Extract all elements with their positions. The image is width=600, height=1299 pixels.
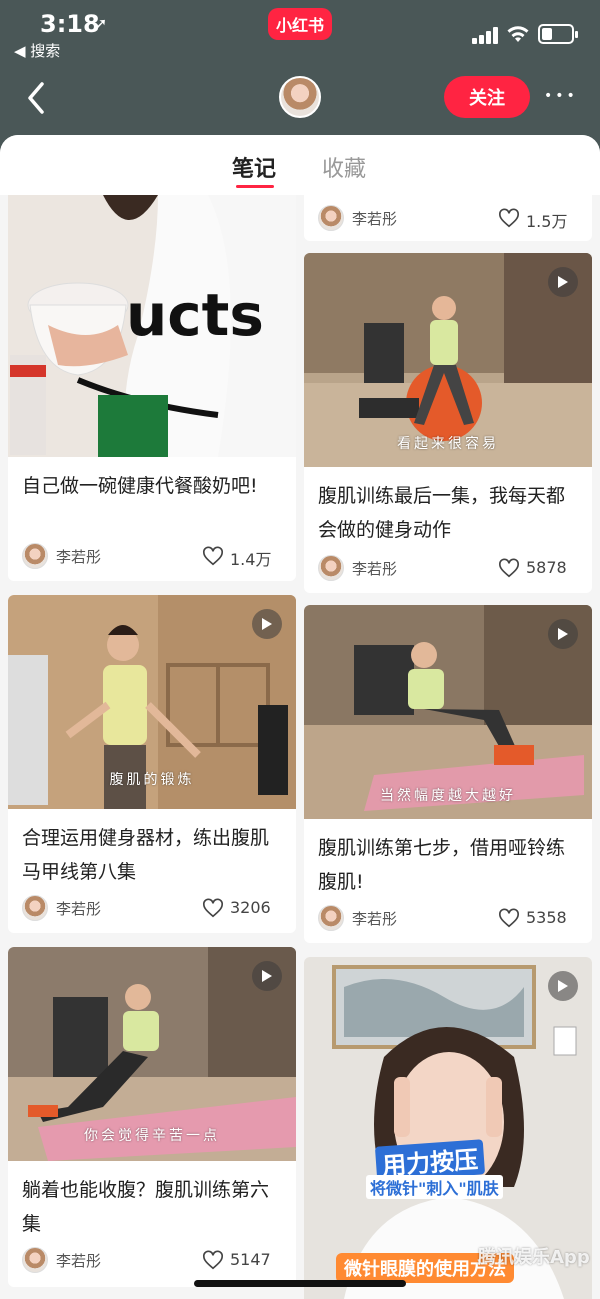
tab-favorites[interactable]: 收藏 (322, 151, 366, 183)
note-cover-video: 看起来很容易 (304, 253, 592, 467)
play-icon[interactable] (252, 961, 282, 991)
video-overlay-text-2: 将微针"刺入"肌肤 (366, 1175, 503, 1199)
note-cover-video: 当然幅度越大越好 (304, 605, 592, 819)
note-meta: 李若彤 3206 (22, 895, 286, 923)
svg-text:ucts: ucts (126, 281, 264, 349)
play-icon[interactable] (548, 267, 578, 297)
note-meta: 李若彤 5358 (318, 905, 582, 933)
author-name[interactable]: 李若彤 (56, 546, 101, 567)
like-count: 3206 (230, 898, 271, 917)
home-indicator[interactable] (194, 1280, 406, 1287)
like-count: 5147 (230, 1250, 271, 1269)
wifi-icon (507, 26, 529, 42)
note-cover-image: ucts (8, 195, 296, 457)
note-cover-video: 腹肌的锻炼 (8, 595, 296, 809)
note-card[interactable]: ucts 自己做一碗健康代餐酸奶吧! 李若彤 1.4万 (8, 195, 296, 581)
more-options-icon[interactable]: ••• (544, 84, 576, 108)
like-count: 5358 (526, 908, 567, 927)
tab-notes[interactable]: 笔记 (232, 151, 276, 183)
note-title[interactable]: 自己做一碗健康代餐酸奶吧! (22, 469, 284, 503)
heart-icon[interactable] (498, 207, 520, 229)
author-avatar[interactable] (318, 555, 344, 581)
like-count: 1.5万 (526, 212, 568, 231)
note-title[interactable]: 腹肌训练第七步，借用哑铃练腹肌! (318, 831, 580, 899)
profile-avatar[interactable] (279, 76, 321, 118)
app-badge: 小红书 (268, 8, 332, 40)
author-name[interactable]: 李若彤 (352, 908, 397, 929)
author-avatar[interactable] (22, 543, 48, 569)
author-name[interactable]: 李若彤 (352, 208, 397, 229)
location-arrow-icon: ➚ (94, 14, 108, 33)
heart-icon[interactable] (498, 907, 520, 929)
profile-nav-bar: 关注 ••• (0, 70, 600, 130)
back-chevron-icon[interactable] (22, 80, 52, 116)
status-bar: 3:18 ➚ ◀ 搜索 小红书 (0, 0, 600, 70)
note-meta: 李若彤 1.5万 (318, 205, 582, 233)
content-sheet: 笔记 收藏 李若彤 1.5万 ucts 自己做一碗健康代餐酸奶吧! 李若彤 1.… (0, 135, 600, 1299)
active-tab-indicator (236, 185, 274, 188)
author-avatar[interactable] (22, 895, 48, 921)
note-card-partial[interactable]: 李若彤 1.5万 (304, 195, 592, 241)
author-name[interactable]: 李若彤 (56, 898, 101, 919)
heart-icon[interactable] (202, 545, 224, 567)
cellular-signal-icon (472, 26, 502, 44)
note-title[interactable]: 躺着也能收腹？腹肌训练第六集 (22, 1173, 284, 1241)
video-caption: 腹肌的锻炼 (109, 772, 195, 788)
author-avatar[interactable] (318, 205, 344, 231)
note-card[interactable]: 当然幅度越大越好 腹肌训练第七步，借用哑铃练腹肌! 李若彤 5358 (304, 605, 592, 943)
note-title[interactable]: 腹肌训练最后一集，我每天都会做的健身动作 (318, 479, 580, 547)
like-count: 1.4万 (230, 550, 272, 569)
tab-bar: 笔记 收藏 (0, 135, 600, 195)
author-name[interactable]: 李若彤 (56, 1250, 101, 1271)
video-caption: 你会觉得辛苦一点 (84, 1128, 220, 1144)
back-to-search-link[interactable]: ◀ 搜索 (14, 40, 60, 61)
play-icon[interactable] (548, 619, 578, 649)
heart-icon[interactable] (498, 557, 520, 579)
note-title[interactable]: 合理运用健身器材，练出腹肌马甲线第八集 (22, 821, 284, 889)
play-icon[interactable] (252, 609, 282, 639)
status-time: 3:18 (40, 10, 100, 38)
note-card[interactable]: 看起来很容易 腹肌训练最后一集，我每天都会做的健身动作 李若彤 5878 (304, 253, 592, 593)
note-cover-video: 你会觉得辛苦一点 (8, 947, 296, 1161)
heart-icon[interactable] (202, 897, 224, 919)
video-caption: 看起来很容易 (397, 436, 499, 452)
heart-icon[interactable] (202, 1249, 224, 1271)
author-avatar[interactable] (22, 1247, 48, 1273)
note-card[interactable]: 你会觉得辛苦一点 躺着也能收腹？腹肌训练第六集 李若彤 5147 (8, 947, 296, 1287)
note-meta: 李若彤 1.4万 (22, 543, 286, 571)
battery-icon (538, 24, 578, 44)
yogurt-photo: ucts (8, 195, 296, 457)
note-card[interactable]: 腹肌的锻炼 合理运用健身器材，练出腹肌马甲线第八集 李若彤 3206 (8, 595, 296, 933)
watermark: 腾讯娱乐App (478, 1247, 590, 1268)
notes-feed[interactable]: 李若彤 1.5万 ucts 自己做一碗健康代餐酸奶吧! 李若彤 1.4万 看起来… (0, 195, 600, 1299)
author-avatar[interactable] (318, 905, 344, 931)
follow-button[interactable]: 关注 (444, 76, 530, 118)
note-meta: 李若彤 5147 (22, 1247, 286, 1275)
video-caption: 当然幅度越大越好 (380, 788, 516, 804)
author-name[interactable]: 李若彤 (352, 558, 397, 579)
like-count: 5878 (526, 558, 567, 577)
play-icon[interactable] (548, 971, 578, 1001)
note-meta: 李若彤 5878 (318, 555, 582, 583)
